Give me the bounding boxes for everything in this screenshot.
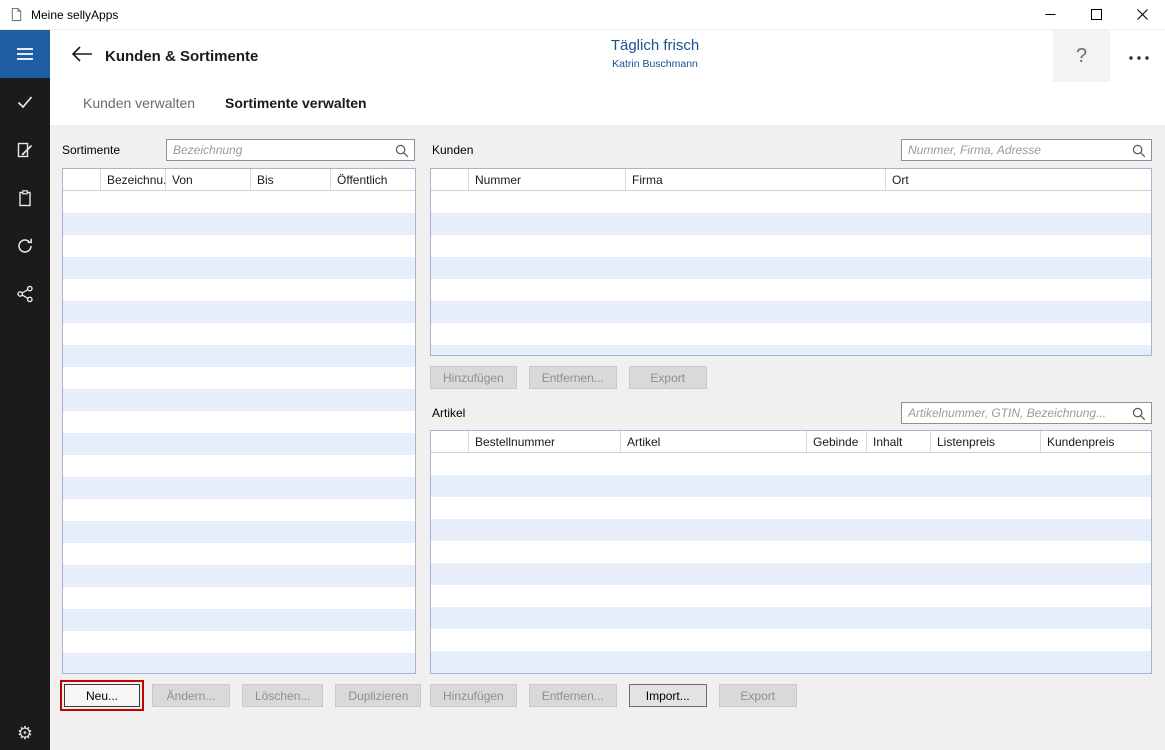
search-icon[interactable] [1131, 143, 1147, 159]
column-header-kundenpreis[interactable]: Kundenpreis [1041, 431, 1151, 452]
order-edit-icon [15, 140, 35, 160]
sidebar-item-share[interactable] [0, 270, 50, 318]
tab-sortimente-verwalten[interactable]: Sortimente verwalten [225, 95, 367, 111]
kunden-label: Kunden [432, 143, 473, 157]
more-button[interactable] [1123, 48, 1155, 68]
minimize-button[interactable] [1027, 0, 1073, 29]
window-title: Meine sellyApps [31, 8, 118, 22]
column-header-bis[interactable]: Bis [251, 169, 331, 190]
search-icon[interactable] [1131, 406, 1147, 422]
back-button[interactable] [70, 43, 94, 65]
tab-kunden-verwalten[interactable]: Kunden verwalten [83, 95, 195, 111]
column-header-oeffentlich[interactable]: Öffentlich [331, 169, 415, 190]
sortimente-search-input[interactable] [167, 140, 414, 160]
sidebar: ⚙ [0, 30, 50, 750]
kunden-export-button[interactable]: Export [629, 366, 707, 389]
clipboard-icon [15, 188, 35, 208]
column-header-nummer[interactable]: Nummer [469, 169, 626, 190]
tab-bar: Kunden verwalten Sortimente verwalten [50, 85, 1165, 125]
artikel-table-body[interactable] [431, 453, 1151, 673]
column-header-bezeichnung[interactable]: Bezeichnu... [101, 169, 166, 190]
column-header-listenpreis[interactable]: Listenpreis [931, 431, 1041, 452]
help-button[interactable]: ? [1053, 30, 1110, 82]
aendern-button[interactable]: Ändern... [152, 684, 230, 707]
settings-gear-icon: ⚙ [17, 724, 33, 742]
sidebar-item-sync[interactable] [0, 222, 50, 270]
maximize-icon [1091, 9, 1102, 20]
column-header-bestellnummer[interactable]: Bestellnummer [469, 431, 621, 452]
kunden-entfernen-button[interactable]: Entfernen... [529, 366, 617, 389]
loeschen-button[interactable]: Löschen... [242, 684, 323, 707]
artikel-search-input[interactable] [902, 403, 1151, 423]
column-header-von[interactable]: Von [166, 169, 251, 190]
artikel-hinzufuegen-button[interactable]: Hinzufügen [430, 684, 517, 707]
settings-button[interactable]: ⚙ [0, 724, 50, 742]
kunden-search [901, 139, 1152, 161]
minimize-icon [1045, 9, 1056, 20]
tasks-check-icon [15, 92, 35, 112]
artikel-export-button[interactable]: Export [719, 684, 797, 707]
neu-button[interactable]: Neu... [64, 684, 140, 707]
duplizieren-button[interactable]: Duplizieren [335, 684, 421, 707]
page-title: Kunden & Sortimente [105, 48, 258, 65]
page-header: Kunden & Sortimente Täglich frisch Katri… [50, 30, 1165, 85]
account-user: Katrin Buschmann [611, 58, 699, 70]
artikel-table-header: Bestellnummer Artikel Gebinde Inhalt Lis… [431, 431, 1151, 453]
kunden-table: Nummer Firma Ort [430, 168, 1152, 356]
more-dots-icon [1128, 55, 1150, 61]
kunden-table-body[interactable] [431, 191, 1151, 355]
artikel-search [901, 402, 1152, 424]
close-button[interactable] [1119, 0, 1165, 29]
column-header-firma[interactable]: Firma [626, 169, 886, 190]
hamburger-menu-button[interactable] [0, 30, 50, 78]
back-arrow-icon [70, 43, 94, 65]
artikel-entfernen-button[interactable]: Entfernen... [529, 684, 617, 707]
help-icon: ? [1076, 45, 1087, 68]
kunden-buttons: Hinzufügen Entfernen... Export [430, 366, 719, 389]
share-icon [15, 284, 35, 304]
sidebar-item-orders[interactable] [0, 126, 50, 174]
sortimente-search [166, 139, 415, 161]
sync-icon [15, 236, 35, 256]
kunden-search-input[interactable] [902, 140, 1151, 160]
artikel-import-button[interactable]: Import... [629, 684, 707, 707]
maximize-button[interactable] [1073, 0, 1119, 29]
window-controls [1027, 0, 1165, 29]
sortimente-label: Sortimente [62, 143, 120, 157]
artikel-label: Artikel [432, 406, 465, 420]
main-content: Sortimente Bezeichnu... Von Bis Öffentli… [50, 125, 1165, 750]
artikel-buttons: Hinzufügen Entfernen... Import... Export [430, 684, 809, 707]
kunden-hinzufuegen-button[interactable]: Hinzufügen [430, 366, 517, 389]
sidebar-item-tasks[interactable] [0, 78, 50, 126]
column-header-blank[interactable] [431, 431, 469, 452]
artikel-table: Bestellnummer Artikel Gebinde Inhalt Lis… [430, 430, 1152, 674]
close-icon [1137, 9, 1148, 20]
sortimente-table-body[interactable] [63, 191, 415, 673]
column-header-blank[interactable] [63, 169, 101, 190]
account-info: Täglich frisch Katrin Buschmann [611, 37, 699, 70]
column-header-artikel[interactable]: Artikel [621, 431, 807, 452]
app-icon [9, 7, 24, 22]
column-header-blank[interactable] [431, 169, 469, 190]
column-header-ort[interactable]: Ort [886, 169, 1151, 190]
column-header-inhalt[interactable]: Inhalt [867, 431, 931, 452]
sidebar-item-lists[interactable] [0, 174, 50, 222]
column-header-gebinde[interactable]: Gebinde [807, 431, 867, 452]
account-name: Täglich frisch [611, 37, 699, 54]
kunden-table-header: Nummer Firma Ort [431, 169, 1151, 191]
titlebar: Meine sellyApps [0, 0, 1165, 30]
sortimente-buttons: Neu... Ändern... Löschen... Duplizieren [64, 684, 433, 707]
menu-icon [15, 44, 35, 64]
sortimente-table-header: Bezeichnu... Von Bis Öffentlich [63, 169, 415, 191]
sortimente-table: Bezeichnu... Von Bis Öffentlich [62, 168, 416, 674]
search-icon[interactable] [394, 143, 410, 159]
